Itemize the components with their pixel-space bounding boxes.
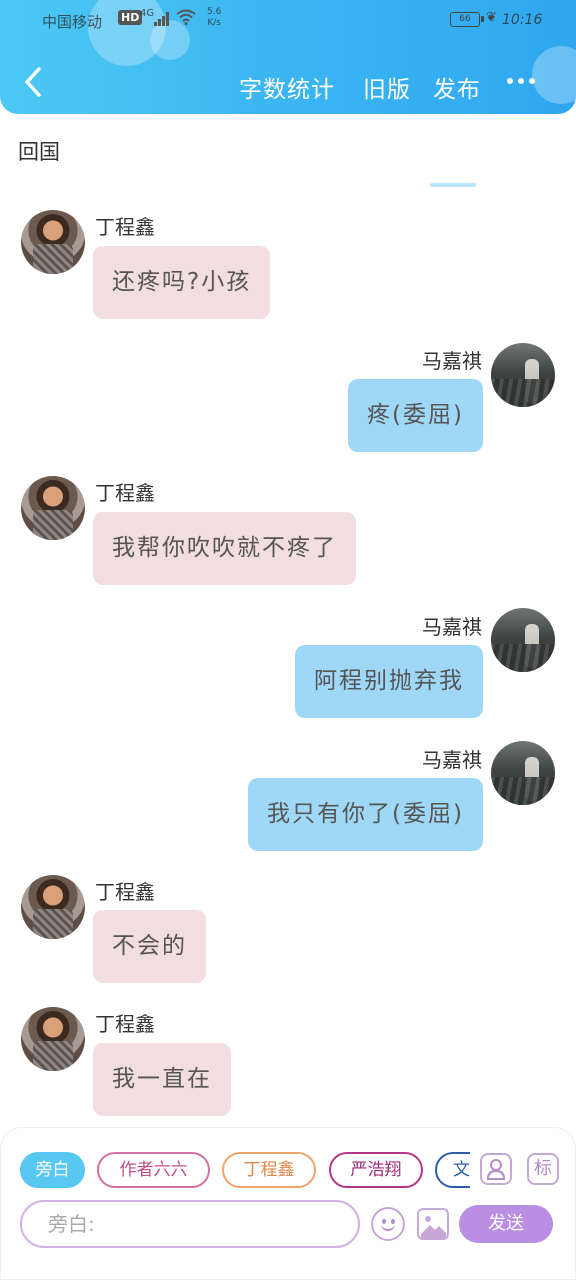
wifi-icon: [176, 9, 196, 29]
carrier-name: 中国移动: [42, 13, 103, 31]
narration-input[interactable]: 旁白:: [20, 1200, 360, 1248]
picture-icon[interactable]: [417, 1208, 449, 1240]
send-button[interactable]: 发送: [459, 1205, 553, 1243]
message-bubble[interactable]: 疼(委屈): [348, 379, 483, 452]
status-time: 10:16: [502, 12, 543, 28]
status-bar: 中国移动 HD 4G 5.6 K/s 66 ❦ 10:16: [0, 0, 576, 42]
role-chip-yan[interactable]: 严浩翔: [329, 1152, 423, 1188]
sender-name: 马嘉祺: [422, 748, 482, 772]
person-icon[interactable]: [480, 1153, 512, 1185]
chat-title: 回国: [18, 140, 60, 164]
publish-button[interactable]: 发布: [433, 70, 481, 104]
sender-name: 马嘉祺: [422, 349, 482, 373]
message-bubble[interactable]: 我只有你了(委屈): [248, 778, 483, 851]
leaf-icon: ❦: [486, 10, 497, 25]
network-type: 4G: [140, 8, 155, 19]
scroll-indicator: [430, 183, 476, 187]
sender-name: 丁程鑫: [95, 215, 155, 239]
message-bubble[interactable]: 我一直在: [93, 1043, 231, 1116]
header-decoration: [532, 46, 576, 104]
back-icon[interactable]: [22, 66, 44, 100]
word-count-button[interactable]: 字数统计: [239, 70, 335, 104]
tag-button[interactable]: 标: [527, 1153, 559, 1185]
old-version-button[interactable]: 旧版: [363, 70, 411, 104]
role-chip-narrator[interactable]: 旁白: [20, 1152, 85, 1188]
app-header: 中国移动 HD 4G 5.6 K/s 66 ❦ 10:16 字数统计 旧版 发布: [0, 0, 576, 114]
message-bubble[interactable]: 不会的: [93, 910, 206, 983]
hd-badge: HD: [118, 10, 143, 25]
role-chip-author[interactable]: 作者六六: [97, 1152, 210, 1188]
role-selector: 旁白 作者六六 丁程鑫 严浩翔 文: [0, 1150, 470, 1190]
sender-name: 丁程鑫: [95, 1012, 155, 1036]
speed-unit: K/s: [207, 18, 221, 28]
ding-avatar[interactable]: [21, 1007, 85, 1071]
smiley-icon[interactable]: [371, 1207, 405, 1241]
sender-name: 丁程鑫: [95, 880, 155, 904]
ma-avatar[interactable]: [491, 741, 555, 805]
message-bubble[interactable]: 还疼吗?小孩: [93, 246, 271, 319]
ma-avatar[interactable]: [491, 343, 555, 407]
sender-name: 马嘉祺: [422, 615, 482, 639]
speed-value: 5.6: [207, 7, 222, 17]
battery-icon: 66: [450, 12, 484, 27]
more-icon[interactable]: [507, 74, 537, 86]
message-bubble[interactable]: 我帮你吹吹就不疼了: [93, 512, 356, 585]
network-speed: 5.6 K/s: [207, 7, 221, 29]
ding-avatar[interactable]: [21, 476, 85, 540]
signal-icon: [154, 12, 170, 26]
role-chip-partial[interactable]: 文: [435, 1152, 470, 1188]
ding-avatar[interactable]: [21, 875, 85, 939]
message-bubble[interactable]: 阿程别抛弃我: [295, 645, 483, 718]
role-chip-ding[interactable]: 丁程鑫: [222, 1152, 316, 1188]
ding-avatar[interactable]: [21, 210, 85, 274]
ma-avatar[interactable]: [491, 608, 555, 672]
sender-name: 丁程鑫: [95, 481, 155, 505]
